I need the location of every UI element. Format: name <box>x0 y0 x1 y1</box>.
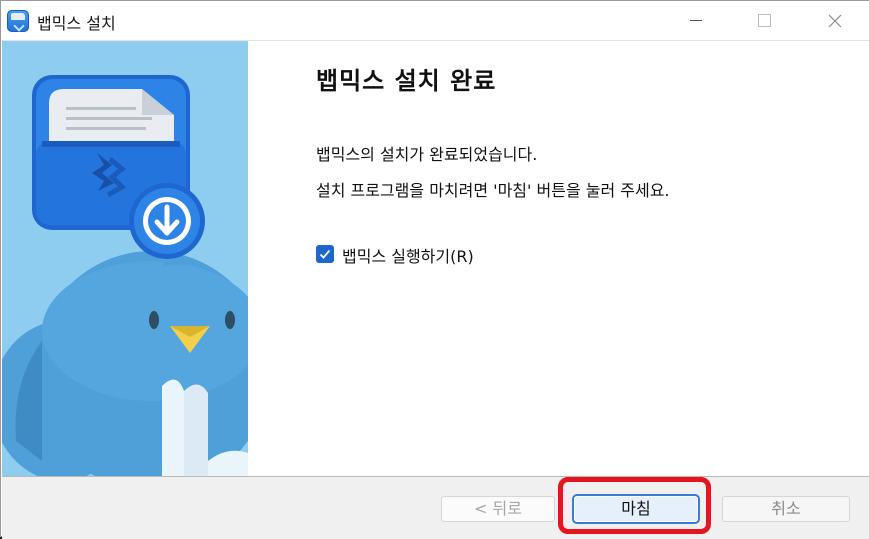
window-title: 뱁믹스 설치 <box>37 14 116 33</box>
maximize-icon <box>758 14 771 27</box>
cancel-button[interactable]: 취소 <box>722 496 850 522</box>
instruction-message: 설치 프로그램을 마치려면 '마침' 버튼을 눌러 주세요. <box>316 181 670 200</box>
checkmark-icon <box>319 249 331 259</box>
run-app-checkbox[interactable] <box>316 245 334 263</box>
button-bar: < 뒤로 마침 취소 <box>2 476 869 539</box>
installer-banner <box>2 41 248 476</box>
page-title: 뱁믹스 설치 완료 <box>316 67 497 95</box>
close-icon <box>828 14 842 28</box>
minimize-icon <box>690 20 702 21</box>
completion-message: 뱁믹스의 설치가 완료되었습니다. <box>316 145 538 164</box>
banner-illustration <box>2 75 248 476</box>
finish-button[interactable]: 마침 <box>572 494 700 524</box>
close-button[interactable] <box>812 1 858 40</box>
back-button[interactable]: < 뒤로 <box>441 496 555 522</box>
installer-window: 뱁믹스 설치 뱁믹스 설치 완료 뱁믹스의 설치가 완료되었습니다. 설치 프로… <box>0 0 869 539</box>
maximize-button[interactable] <box>741 1 787 40</box>
app-box-icon <box>7 10 29 32</box>
minimize-button[interactable] <box>673 1 719 40</box>
content-panel: 뱁믹스 설치 완료 뱁믹스의 설치가 완료되었습니다. 설치 프로그램을 마치려… <box>248 41 869 476</box>
run-app-label[interactable]: 뱁믹스 실행하기(R) <box>342 243 474 267</box>
title-bar[interactable]: 뱁믹스 설치 <box>1 1 869 41</box>
